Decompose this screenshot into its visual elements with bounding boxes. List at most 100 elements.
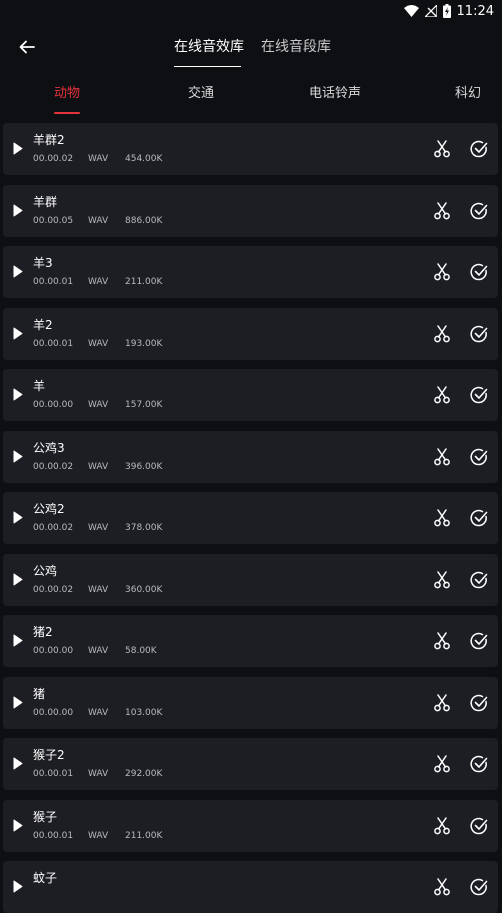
- arrow-left-icon: [19, 40, 35, 54]
- sound-format: WAV: [88, 769, 109, 779]
- sound-title: 公鸡2: [33, 502, 65, 516]
- check-circle-icon[interactable]: [470, 509, 488, 527]
- sound-format: WAV: [88, 400, 109, 410]
- category-tabs: 动物 交通 电话铃声 科幻: [0, 72, 502, 118]
- sound-format: WAV: [88, 215, 109, 226]
- play-icon[interactable]: [13, 511, 23, 524]
- scissors-icon[interactable]: [433, 263, 451, 281]
- sound-format: WAV: [88, 523, 109, 533]
- sound-format: WAV: [88, 830, 109, 841]
- sound-format: WAV: [88, 584, 109, 595]
- category-tab-scifi[interactable]: 科幻: [455, 85, 481, 103]
- scissors-icon[interactable]: [433, 816, 451, 835]
- sound-size: 360.00K: [125, 584, 163, 595]
- check-circle-icon[interactable]: [470, 632, 488, 650]
- check-circle-icon[interactable]: [470, 325, 488, 343]
- check-circle-icon[interactable]: [470, 571, 488, 589]
- sound-row[interactable]: 猴子 00.00.01 WAV 211.00K: [3, 799, 498, 852]
- header: 在线音效库 在线音段库: [0, 22, 502, 72]
- sound-title: 猪2: [33, 625, 53, 639]
- play-icon[interactable]: [13, 757, 23, 770]
- sound-duration: 00.00.01: [33, 277, 74, 287]
- scissors-icon[interactable]: [433, 755, 451, 773]
- sound-duration: 00.00.00: [33, 400, 74, 410]
- back-button[interactable]: [14, 35, 40, 59]
- tab-online-effects[interactable]: 在线音效库: [174, 37, 244, 57]
- sound-row[interactable]: 蚊子: [3, 861, 498, 913]
- sound-size: 157.00K: [125, 400, 163, 410]
- check-circle-icon[interactable]: [470, 694, 488, 712]
- sound-format: WAV: [88, 707, 109, 718]
- sound-title: 羊群: [33, 194, 58, 209]
- status-bar: 11:24: [0, 0, 502, 22]
- sound-title: 羊: [33, 379, 46, 393]
- play-icon[interactable]: [13, 142, 23, 155]
- sound-duration: 00.00.01: [33, 338, 74, 349]
- category-tab-traffic[interactable]: 交通: [188, 85, 214, 103]
- sound-row[interactable]: 公鸡 00.00.02 WAV 360.00K: [3, 553, 498, 606]
- sound-row[interactable]: 猪 00.00.00 WAV 103.00K: [3, 676, 498, 729]
- sound-duration: 00.00.02: [33, 154, 74, 164]
- sound-row[interactable]: 羊群2 00.00.02 WAV 454.00K: [3, 123, 498, 175]
- check-circle-icon[interactable]: [470, 202, 488, 220]
- play-icon[interactable]: [13, 204, 23, 217]
- scissors-icon[interactable]: [433, 140, 451, 158]
- scissors-icon[interactable]: [433, 386, 451, 404]
- wifi-icon: [403, 5, 419, 17]
- sound-format: WAV: [88, 338, 109, 349]
- sound-title: 猪: [33, 686, 46, 701]
- play-icon[interactable]: [13, 634, 23, 647]
- sound-row[interactable]: 羊2 00.00.01 WAV 193.00K: [3, 307, 498, 360]
- sound-title: 羊2: [33, 317, 53, 332]
- sound-size: 211.00K: [125, 830, 163, 841]
- play-icon[interactable]: [13, 388, 23, 401]
- category-tab-animals[interactable]: 动物: [54, 85, 80, 103]
- sound-row[interactable]: 猪2 00.00.00 WAV 58.00K: [3, 615, 498, 667]
- sound-row[interactable]: 羊 00.00.00 WAV 157.00K: [3, 369, 498, 421]
- scissors-icon[interactable]: [433, 878, 451, 896]
- play-icon[interactable]: [13, 327, 23, 340]
- sound-title: 羊群2: [33, 133, 65, 147]
- scissors-icon[interactable]: [433, 632, 451, 650]
- check-circle-icon[interactable]: [470, 755, 488, 773]
- sound-duration: 00.00.02: [33, 584, 74, 595]
- category-tab-ringtones[interactable]: 电话铃声: [309, 85, 361, 103]
- sound-size: 454.00K: [125, 154, 163, 164]
- scissors-icon[interactable]: [433, 201, 451, 220]
- scissors-icon[interactable]: [433, 447, 451, 466]
- sound-row[interactable]: 公鸡3 00.00.02 WAV 396.00K: [3, 430, 498, 483]
- scissors-icon[interactable]: [433, 509, 451, 527]
- check-circle-icon[interactable]: [470, 386, 488, 404]
- sound-duration: 00.00.01: [33, 769, 74, 779]
- tab-online-clips[interactable]: 在线音段库: [261, 37, 331, 57]
- sound-format: WAV: [88, 646, 109, 656]
- sound-size: 292.00K: [125, 769, 163, 779]
- scissors-icon[interactable]: [433, 570, 451, 589]
- sound-size: 886.00K: [125, 215, 163, 226]
- scissors-icon[interactable]: [433, 324, 451, 343]
- play-icon[interactable]: [13, 880, 23, 893]
- no-signal-icon: [424, 5, 437, 17]
- sound-duration: 00.00.05: [33, 215, 74, 226]
- sound-row[interactable]: 羊群 00.00.05 WAV 886.00K: [3, 184, 498, 237]
- sound-title: 猴子2: [33, 748, 65, 762]
- sound-row[interactable]: 羊3 00.00.01 WAV 211.00K: [3, 246, 498, 298]
- scissors-icon[interactable]: [433, 693, 451, 712]
- check-circle-icon[interactable]: [470, 878, 488, 896]
- play-icon[interactable]: [13, 450, 23, 463]
- check-circle-icon[interactable]: [470, 817, 488, 835]
- sound-row[interactable]: 猴子2 00.00.01 WAV 292.00K: [3, 738, 498, 790]
- play-icon[interactable]: [13, 696, 23, 709]
- sound-size: 58.00K: [125, 646, 157, 656]
- check-circle-icon[interactable]: [470, 263, 488, 281]
- check-circle-icon[interactable]: [470, 140, 488, 158]
- play-icon[interactable]: [13, 265, 23, 278]
- sound-format: WAV: [88, 277, 109, 287]
- play-icon[interactable]: [13, 819, 23, 832]
- play-icon[interactable]: [13, 573, 23, 586]
- sound-row[interactable]: 公鸡2 00.00.02 WAV 378.00K: [3, 492, 498, 544]
- sound-duration: 00.00.00: [33, 707, 74, 718]
- check-circle-icon[interactable]: [470, 448, 488, 466]
- sound-format: WAV: [88, 461, 109, 472]
- sound-title: 羊3: [33, 256, 53, 270]
